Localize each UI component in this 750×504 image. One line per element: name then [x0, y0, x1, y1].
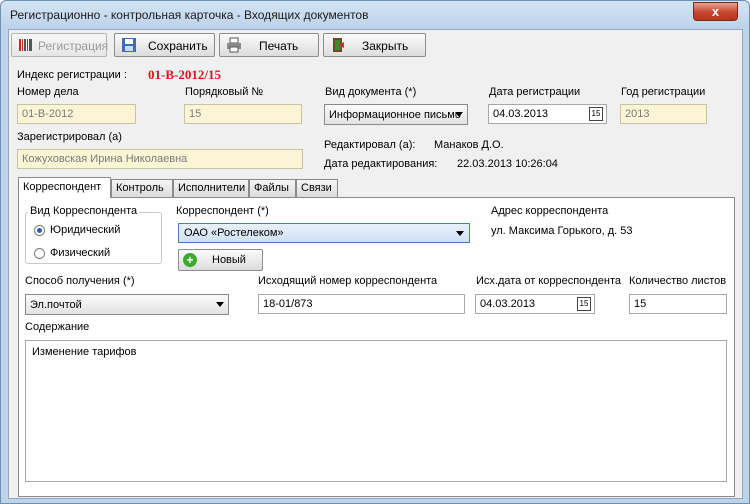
- registered-by-label: Зарегистрировал (а): [17, 131, 122, 143]
- correspondent-select[interactable]: ОАО «Ростелеком»: [178, 223, 470, 243]
- new-correspondent-button[interactable]: + Новый: [178, 249, 263, 271]
- main-window: Регистрационно - контрольная карточка - …: [0, 0, 750, 504]
- correspondent-value: ОАО «Ростелеком»: [184, 227, 284, 239]
- client-area: Регистрация Сохранить Печать Закрыть Инд…: [8, 29, 743, 499]
- reg-year-label: Год регистрации: [621, 86, 706, 98]
- save-button[interactable]: Сохранить: [114, 33, 215, 57]
- exit-door-icon: [333, 38, 344, 52]
- save-button-label: Сохранить: [148, 39, 208, 53]
- address-label: Адрес корреспондента: [491, 205, 609, 217]
- receive-method-value: Эл.почтой: [30, 299, 82, 311]
- registered-by-field: Кожуховская Ирина Николаевна: [17, 149, 303, 169]
- serial-number-label: Порядковый №: [185, 86, 264, 98]
- radio-legal[interactable]: [34, 225, 45, 236]
- chevron-down-icon: [455, 112, 463, 117]
- reg-date-value: 04.03.2013: [493, 108, 549, 120]
- barcode-icon: [19, 39, 32, 51]
- content-textarea[interactable]: Изменение тарифов: [25, 340, 727, 482]
- tab-control[interactable]: Контроль: [111, 179, 173, 197]
- window-title: Регистрационно - контрольная карточка - …: [10, 8, 369, 22]
- reg-date-field[interactable]: 04.03.2013 15: [488, 104, 607, 124]
- calendar-icon[interactable]: 15: [589, 107, 603, 121]
- serial-number-field: 15: [184, 104, 302, 124]
- outgoing-date-label: Исх.дата от корреспондента: [476, 275, 622, 287]
- register-button-label: Регистрация: [38, 39, 109, 53]
- address-value: ул. Максима Горького, д. 53: [491, 225, 633, 237]
- calendar-icon[interactable]: 15: [577, 297, 591, 311]
- plus-circle-icon: +: [183, 253, 197, 267]
- printer-icon: [227, 37, 241, 53]
- reg-date-label: Дата регистрации: [489, 86, 581, 98]
- tab-correspondent[interactable]: Корреспондент: [18, 177, 111, 198]
- correspondent-tab-panel: Вид Корреспондента Юридический Физически…: [18, 197, 735, 497]
- outgoing-date-value: 04.03.2013: [480, 298, 536, 310]
- case-number-label: Номер дела: [17, 86, 79, 98]
- doc-type-value: Информационное письмо: [329, 109, 461, 121]
- doc-type-select[interactable]: Информационное письмо: [324, 104, 468, 125]
- content-label: Содержание: [25, 321, 90, 333]
- case-number-field: 01-В-2012: [17, 104, 136, 124]
- radio-legal-label: Юридический: [50, 224, 121, 236]
- reg-index-value: 01-В-2012/15: [148, 67, 221, 82]
- chevron-down-icon: [456, 231, 464, 236]
- outgoing-date-field[interactable]: 04.03.2013 15: [475, 294, 595, 314]
- receive-method-select[interactable]: Эл.почтой: [25, 294, 229, 315]
- outgoing-number-field[interactable]: 18-01/873: [258, 294, 465, 314]
- edit-date-value: 22.03.2013 10:26:04: [457, 158, 558, 170]
- chevron-down-icon: [216, 302, 224, 307]
- tab-executors[interactable]: Исполнители: [173, 179, 249, 197]
- print-button-label: Печать: [259, 39, 299, 53]
- edit-date-label: Дата редактирования:: [324, 158, 438, 170]
- radio-physical[interactable]: [34, 248, 45, 259]
- new-button-label: Новый: [212, 254, 246, 266]
- sheets-label: Количество листов: [629, 275, 727, 287]
- close-button[interactable]: Закрыть: [323, 33, 426, 57]
- reg-index-label: Индекс регистрации :: [17, 69, 127, 81]
- receive-method-label: Способ получения (*): [25, 275, 135, 287]
- correspondent-kind-title: Вид Корреспондента: [28, 205, 140, 217]
- register-button: Регистрация: [11, 33, 109, 57]
- close-button-label: Закрыть: [362, 39, 409, 53]
- window-close-button[interactable]: x: [693, 2, 738, 21]
- print-button[interactable]: Печать: [219, 33, 319, 57]
- tab-files[interactable]: Файлы: [249, 179, 296, 197]
- edited-by-value: Манаков Д.О.: [434, 139, 504, 151]
- title-bar: Регистрационно - контрольная карточка - …: [1, 1, 749, 29]
- tab-links[interactable]: Связи: [296, 179, 338, 197]
- floppy-disk-icon: [122, 38, 136, 52]
- radio-physical-label: Физический: [50, 247, 111, 259]
- outgoing-number-label: Исходящий номер корреспондента: [258, 275, 438, 287]
- sheets-field[interactable]: 15: [629, 294, 727, 314]
- doc-type-label: Вид документа (*): [325, 86, 417, 98]
- reg-year-field: 2013: [620, 104, 707, 124]
- edited-by-label: Редактировал (а):: [324, 139, 416, 151]
- correspondent-label: Корреспондент (*): [176, 205, 269, 217]
